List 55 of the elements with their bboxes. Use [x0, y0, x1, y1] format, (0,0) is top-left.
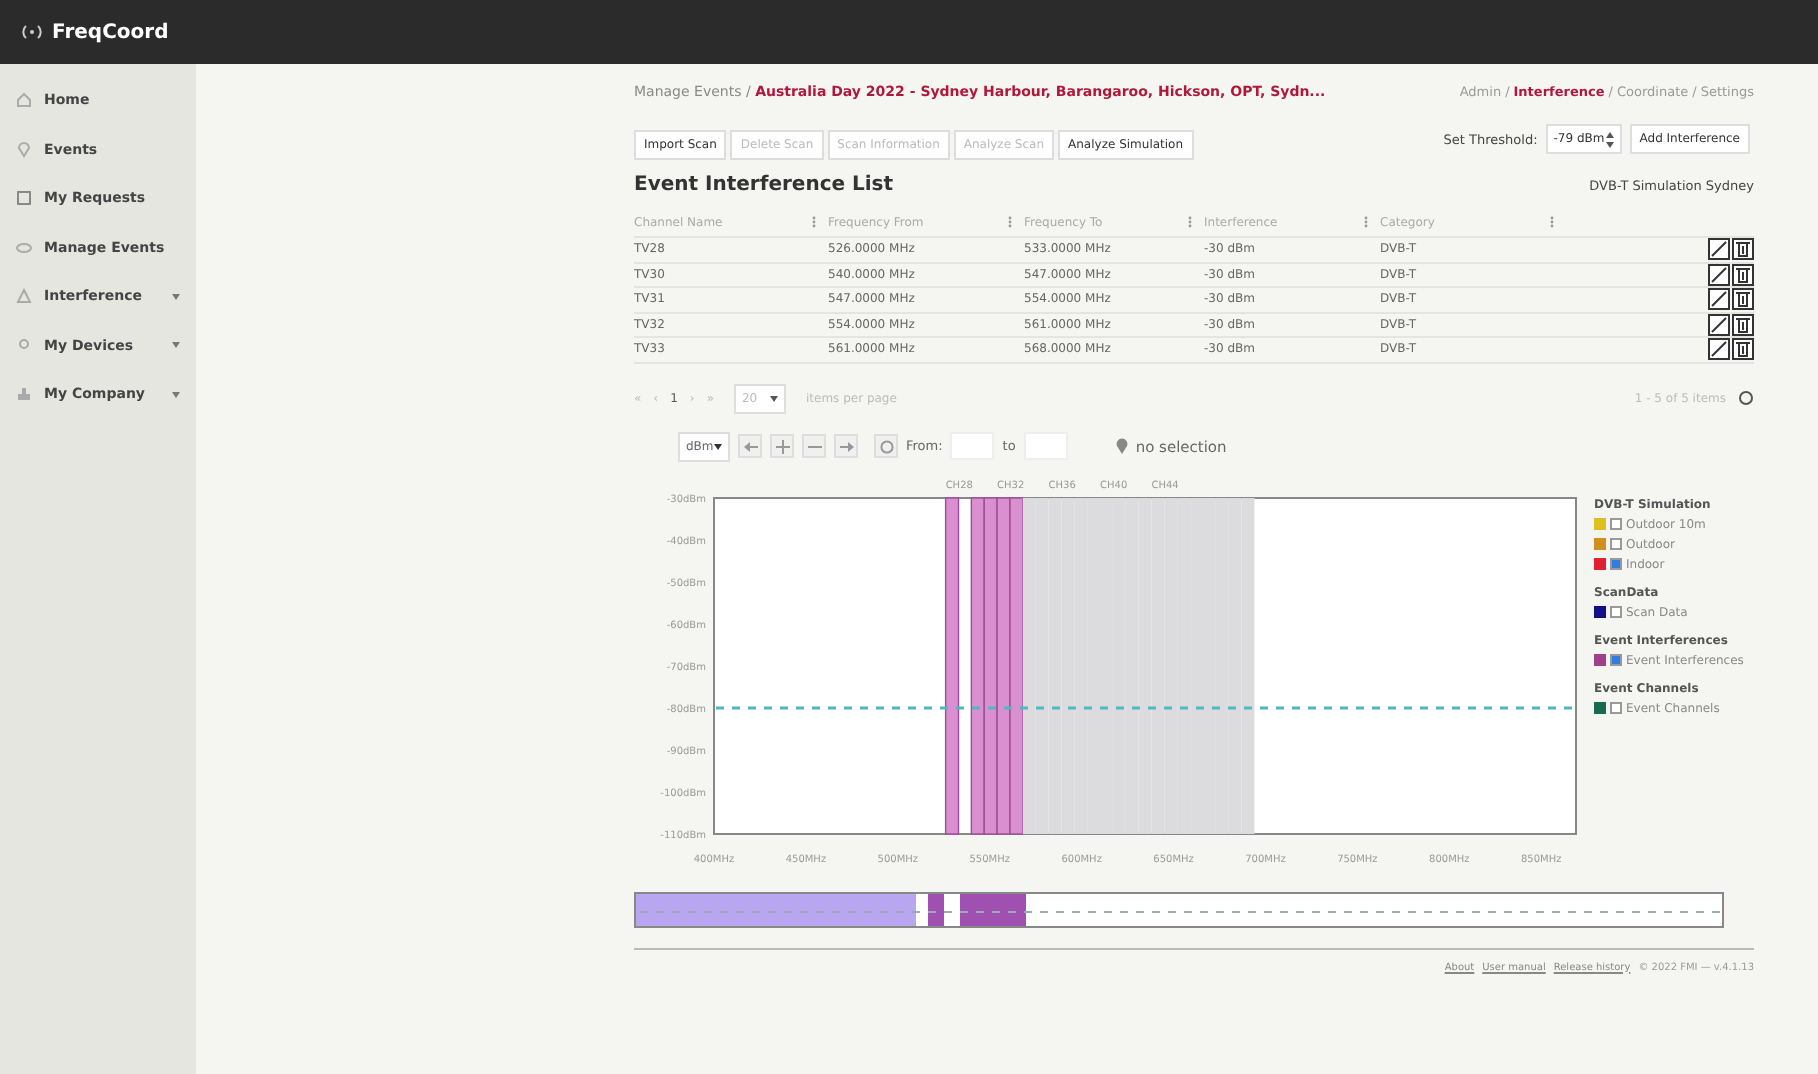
trash-icon	[1736, 290, 1750, 309]
legend-checkbox[interactable]	[1610, 537, 1622, 549]
document-icon	[16, 190, 32, 207]
trash-icon	[1736, 240, 1750, 259]
pan-right-button[interactable]	[834, 434, 858, 458]
edit-button[interactable]	[1708, 263, 1730, 286]
delete-button[interactable]	[1732, 263, 1754, 286]
pan-left-button[interactable]	[738, 434, 762, 458]
channel-band[interactable]	[970, 496, 985, 834]
building-icon	[16, 386, 32, 403]
edit-button[interactable]	[1708, 313, 1730, 336]
delete-button[interactable]	[1732, 313, 1754, 336]
warning-icon	[16, 288, 32, 305]
edit-button[interactable]	[1708, 338, 1730, 361]
channel-band[interactable]	[1009, 496, 1024, 834]
caret-icon	[714, 443, 722, 449]
plus-icon	[775, 439, 789, 453]
spinner-icon[interactable]	[1605, 131, 1614, 147]
caret-icon	[172, 391, 180, 398]
zoom-in-button[interactable]	[770, 434, 794, 458]
range-navigator[interactable]	[634, 891, 1724, 927]
app-logo: FreqCoord	[52, 21, 169, 43]
home-icon	[16, 92, 32, 109]
caret-icon	[769, 395, 778, 401]
location-pin-icon	[1115, 438, 1128, 454]
edit-button[interactable]	[1708, 288, 1730, 311]
navigator-selection[interactable]	[636, 893, 916, 925]
zoom-out-button[interactable]	[802, 434, 826, 458]
legend-checkbox[interactable]	[1610, 517, 1622, 529]
channel-band[interactable]	[996, 496, 1011, 834]
arrow-right-icon	[839, 441, 853, 451]
trash-icon	[1736, 315, 1750, 334]
delete-button[interactable]	[1732, 288, 1754, 311]
caret-icon	[172, 342, 180, 349]
navigator-bar	[960, 893, 977, 925]
caret-icon	[172, 293, 180, 300]
edit-button[interactable]	[1708, 238, 1730, 261]
section-title: Event Interference List	[634, 174, 894, 196]
delete-button[interactable]	[1732, 238, 1754, 261]
legend-checkbox[interactable]	[1610, 701, 1622, 713]
delete-button[interactable]	[1732, 338, 1754, 361]
navigator-bar	[928, 893, 945, 925]
legend-checkbox[interactable]	[1610, 557, 1622, 569]
trash-icon	[1736, 265, 1750, 284]
arrow-left-icon	[743, 441, 757, 451]
legend-checkbox[interactable]	[1610, 653, 1622, 665]
signal-icon	[20, 24, 44, 40]
eye-icon	[16, 239, 32, 256]
legend-checkbox[interactable]	[1610, 605, 1622, 617]
refresh-icon[interactable]	[1738, 390, 1754, 406]
circle-icon	[879, 439, 893, 453]
pin-icon	[16, 141, 32, 158]
reset-zoom-button[interactable]	[874, 434, 898, 458]
trash-icon	[1736, 340, 1750, 359]
channel-band[interactable]	[944, 496, 960, 834]
